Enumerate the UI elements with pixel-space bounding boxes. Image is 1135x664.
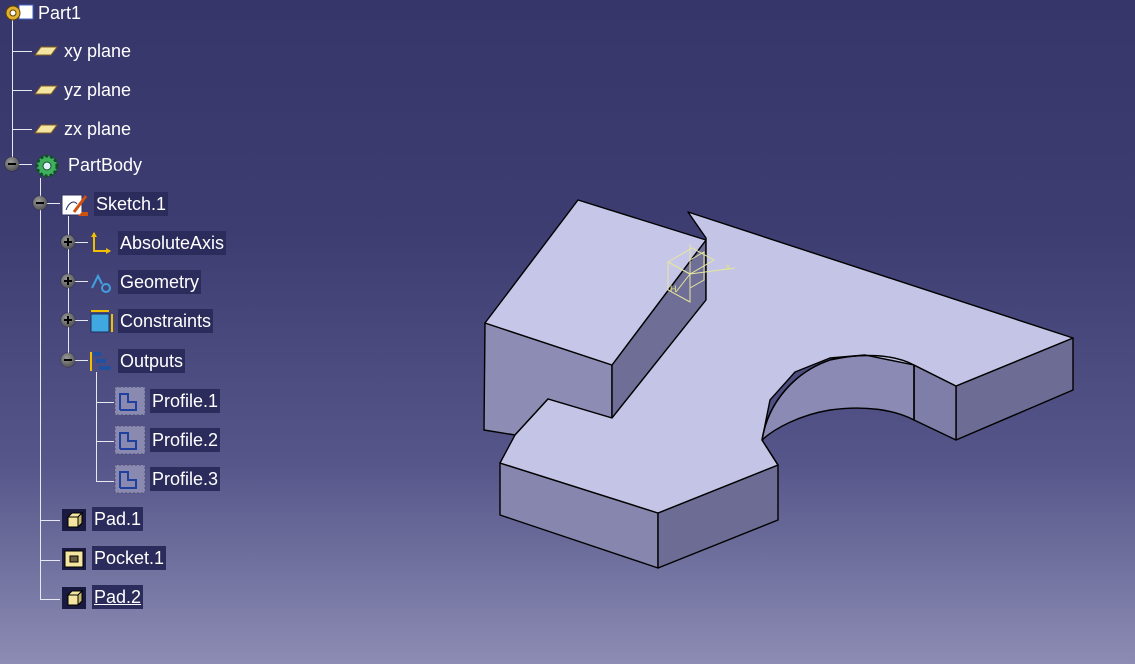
profile-icon (114, 425, 146, 455)
tree-label-pad-1: Pad.1 (92, 507, 144, 531)
pad-icon (60, 585, 88, 609)
triad-h-label: H (670, 284, 677, 294)
triad-x-label: x (726, 262, 731, 272)
plane-icon (32, 78, 58, 102)
tree-line-root (12, 18, 13, 164)
tree-branch (12, 51, 32, 52)
constraints-expand-toggle[interactable] (61, 313, 75, 327)
tree-branch (40, 560, 60, 561)
specification-tree[interactable]: Part1 xy plane yz plane zx plane PartBod… (0, 0, 260, 620)
tree-line-partbody (40, 178, 41, 599)
tree-node-geometry[interactable]: Geometry (88, 269, 202, 295)
pocket-icon (60, 546, 88, 570)
outputs-icon (88, 349, 114, 373)
part-model[interactable] (483, 199, 1074, 569)
tree-node-pocket-1[interactable]: Pocket.1 (60, 545, 167, 571)
tree-label-zx-plane: zx plane (64, 119, 132, 139)
partbody-gear-icon (32, 153, 62, 178)
plane-icon (32, 117, 58, 141)
tree-label-xy-plane: xy plane (64, 41, 132, 61)
tree-node-pad-2[interactable]: Pad.2 (60, 584, 144, 610)
tree-label-profile-1: Profile.1 (150, 389, 221, 413)
outputs-collapse-toggle[interactable] (61, 353, 75, 367)
tree-branch (96, 481, 114, 482)
tree-label-absoluteaxis: AbsoluteAxis (118, 231, 227, 255)
axis-icon (88, 231, 114, 255)
tree-label-sketch-1: Sketch.1 (94, 192, 169, 216)
tree-label-outputs: Outputs (118, 349, 186, 373)
pad-icon (60, 507, 88, 531)
tree-branch (12, 129, 32, 130)
profile-icon (114, 464, 146, 494)
tree-node-part1[interactable]: Part1 (2, 0, 83, 26)
tree-label-profile-3: Profile.3 (150, 467, 221, 491)
tree-node-xy-plane[interactable]: xy plane (32, 38, 133, 64)
tree-label-constraints: Constraints (118, 309, 214, 333)
tree-node-pad-1[interactable]: Pad.1 (60, 506, 144, 532)
tree-node-zx-plane[interactable]: zx plane (32, 116, 133, 142)
tree-node-partbody[interactable]: PartBody (32, 152, 144, 178)
tree-label-pocket-1: Pocket.1 (92, 546, 167, 570)
tree-branch (12, 90, 32, 91)
sketch-collapse-toggle[interactable] (33, 196, 47, 210)
sketch-icon (60, 192, 90, 216)
tree-node-outputs[interactable]: Outputs (88, 348, 186, 374)
geometry-expand-toggle[interactable] (61, 274, 75, 288)
tree-label-partbody: PartBody (68, 155, 143, 175)
tree-node-constraints[interactable]: Constraints (88, 308, 214, 334)
tree-branch (96, 402, 114, 403)
tree-node-sketch-1[interactable]: Sketch.1 (60, 191, 169, 217)
tree-label-profile-2: Profile.2 (150, 428, 221, 452)
absoluteaxis-expand-toggle[interactable] (61, 235, 75, 249)
tree-branch (40, 599, 60, 600)
tree-node-profile-3[interactable]: Profile.3 (114, 464, 221, 494)
profile-icon (114, 386, 146, 416)
plane-icon (32, 39, 58, 63)
tree-line-outputs (96, 372, 97, 482)
tree-label-yz-plane: yz plane (64, 80, 132, 100)
tree-branch (40, 520, 60, 521)
tree-label-part1: Part1 (38, 3, 82, 23)
part-gear-icon (2, 1, 36, 25)
tree-label-geometry: Geometry (118, 270, 202, 294)
partbody-collapse-toggle[interactable] (5, 157, 19, 171)
tree-branch (96, 441, 114, 442)
tree-node-profile-2[interactable]: Profile.2 (114, 425, 221, 455)
geometry-icon (88, 270, 114, 294)
tree-node-absoluteaxis[interactable]: AbsoluteAxis (88, 230, 227, 256)
tree-label-pad-2: Pad.2 (92, 585, 144, 609)
tree-node-profile-1[interactable]: Profile.1 (114, 386, 221, 416)
constraints-icon (88, 309, 114, 333)
tree-node-yz-plane[interactable]: yz plane (32, 77, 133, 103)
